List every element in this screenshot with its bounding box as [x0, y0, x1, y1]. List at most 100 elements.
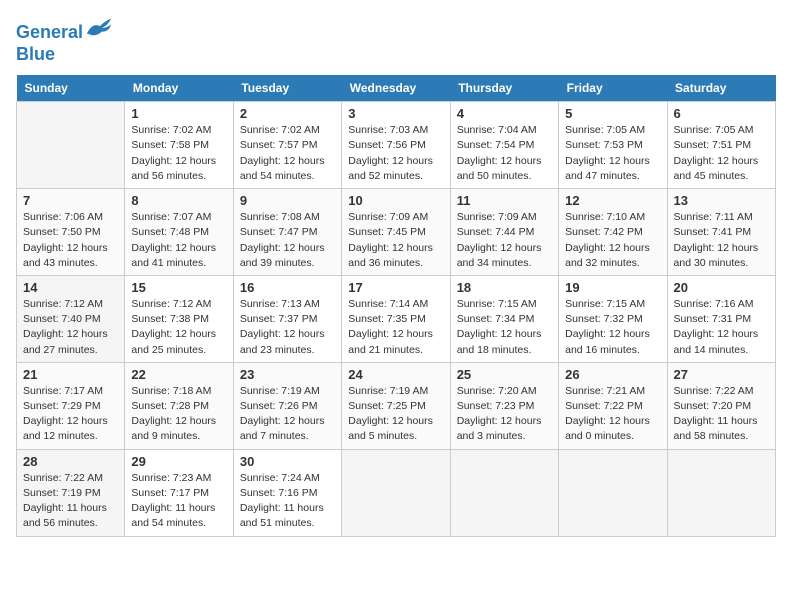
day-info: Sunrise: 7:21 AM Sunset: 7:22 PM Dayligh…: [565, 384, 660, 445]
day-info: Sunrise: 7:04 AM Sunset: 7:54 PM Dayligh…: [457, 123, 552, 184]
calendar-cell: [342, 449, 450, 536]
day-number: 24: [348, 367, 443, 382]
calendar-cell: [559, 449, 667, 536]
day-info: Sunrise: 7:16 AM Sunset: 7:31 PM Dayligh…: [674, 297, 769, 358]
day-number: 1: [131, 106, 226, 121]
calendar-cell: 9 Sunrise: 7:08 AM Sunset: 7:47 PM Daylig…: [233, 189, 341, 276]
day-number: 9: [240, 193, 335, 208]
day-number: 23: [240, 367, 335, 382]
calendar-cell: 8 Sunrise: 7:07 AM Sunset: 7:48 PM Daylig…: [125, 189, 233, 276]
calendar-cell: 23 Sunrise: 7:19 AM Sunset: 7:26 PM Dayli…: [233, 362, 341, 449]
day-number: 30: [240, 454, 335, 469]
day-number: 27: [674, 367, 769, 382]
calendar-cell: [17, 102, 125, 189]
day-number: 5: [565, 106, 660, 121]
day-info: Sunrise: 7:14 AM Sunset: 7:35 PM Dayligh…: [348, 297, 443, 358]
calendar-cell: 12 Sunrise: 7:10 AM Sunset: 7:42 PM Dayli…: [559, 189, 667, 276]
calendar-table: SundayMondayTuesdayWednesdayThursdayFrid…: [16, 75, 776, 536]
calendar-week-3: 14 Sunrise: 7:12 AM Sunset: 7:40 PM Dayli…: [17, 275, 776, 362]
calendar-cell: 11Sunrise: 7:09 AM Sunset: 7:44 PM Dayli…: [450, 189, 558, 276]
calendar-body: 1 Sunrise: 7:02 AM Sunset: 7:58 PM Daylig…: [17, 102, 776, 536]
day-info: Sunrise: 7:08 AM Sunset: 7:47 PM Dayligh…: [240, 210, 335, 271]
calendar-cell: 10 Sunrise: 7:09 AM Sunset: 7:45 PM Dayli…: [342, 189, 450, 276]
calendar-cell: 14 Sunrise: 7:12 AM Sunset: 7:40 PM Dayli…: [17, 275, 125, 362]
calendar-cell: 5Sunrise: 7:05 AM Sunset: 7:53 PM Daylig…: [559, 102, 667, 189]
day-number: 3: [348, 106, 443, 121]
logo-text: GeneralBlue: [16, 16, 113, 65]
calendar-cell: 3 Sunrise: 7:03 AM Sunset: 7:56 PM Daylig…: [342, 102, 450, 189]
day-number: 10: [348, 193, 443, 208]
day-info: Sunrise: 7:17 AM Sunset: 7:29 PM Dayligh…: [23, 384, 118, 445]
day-info: Sunrise: 7:15 AM Sunset: 7:34 PM Dayligh…: [457, 297, 552, 358]
day-info: Sunrise: 7:13 AM Sunset: 7:37 PM Dayligh…: [240, 297, 335, 358]
day-info: Sunrise: 7:06 AM Sunset: 7:50 PM Dayligh…: [23, 210, 118, 271]
day-info: Sunrise: 7:11 AM Sunset: 7:41 PM Dayligh…: [674, 210, 769, 271]
day-number: 18: [457, 280, 552, 295]
day-info: Sunrise: 7:02 AM Sunset: 7:58 PM Dayligh…: [131, 123, 226, 184]
calendar-cell: 17 Sunrise: 7:14 AM Sunset: 7:35 PM Dayli…: [342, 275, 450, 362]
day-info: Sunrise: 7:09 AM Sunset: 7:44 PM Dayligh…: [457, 210, 552, 271]
day-info: Sunrise: 7:22 AM Sunset: 7:20 PM Dayligh…: [674, 384, 769, 445]
calendar-cell: 29 Sunrise: 7:23 AM Sunset: 7:17 PM Dayli…: [125, 449, 233, 536]
day-number: 16: [240, 280, 335, 295]
calendar-cell: 28Sunrise: 7:22 AM Sunset: 7:19 PM Dayli…: [17, 449, 125, 536]
day-info: Sunrise: 7:23 AM Sunset: 7:17 PM Dayligh…: [131, 471, 226, 532]
weekday-header-tuesday: Tuesday: [233, 75, 341, 102]
calendar-cell: 25 Sunrise: 7:20 AM Sunset: 7:23 PM Dayli…: [450, 362, 558, 449]
day-number: 26: [565, 367, 660, 382]
calendar-cell: 20 Sunrise: 7:16 AM Sunset: 7:31 PM Dayli…: [667, 275, 775, 362]
calendar-cell: 1 Sunrise: 7:02 AM Sunset: 7:58 PM Daylig…: [125, 102, 233, 189]
calendar-cell: 18 Sunrise: 7:15 AM Sunset: 7:34 PM Dayli…: [450, 275, 558, 362]
day-number: 28: [23, 454, 118, 469]
day-number: 13: [674, 193, 769, 208]
calendar-cell: 24 Sunrise: 7:19 AM Sunset: 7:25 PM Dayli…: [342, 362, 450, 449]
day-number: 6: [674, 106, 769, 121]
day-info: Sunrise: 7:12 AM Sunset: 7:38 PM Dayligh…: [131, 297, 226, 358]
weekday-header-saturday: Saturday: [667, 75, 775, 102]
day-info: Sunrise: 7:07 AM Sunset: 7:48 PM Dayligh…: [131, 210, 226, 271]
weekday-header-thursday: Thursday: [450, 75, 558, 102]
day-info: Sunrise: 7:05 AM Sunset: 7:51 PM Dayligh…: [674, 123, 769, 184]
weekday-header-friday: Friday: [559, 75, 667, 102]
calendar-cell: 2Sunrise: 7:02 AM Sunset: 7:57 PM Daylig…: [233, 102, 341, 189]
logo: GeneralBlue: [16, 16, 113, 65]
day-number: 21: [23, 367, 118, 382]
day-info: Sunrise: 7:10 AM Sunset: 7:42 PM Dayligh…: [565, 210, 660, 271]
calendar-cell: 22 Sunrise: 7:18 AM Sunset: 7:28 PM Dayli…: [125, 362, 233, 449]
calendar-week-5: 28Sunrise: 7:22 AM Sunset: 7:19 PM Dayli…: [17, 449, 776, 536]
day-number: 22: [131, 367, 226, 382]
calendar-cell: 16 Sunrise: 7:13 AM Sunset: 7:37 PM Dayli…: [233, 275, 341, 362]
calendar-cell: 30 Sunrise: 7:24 AM Sunset: 7:16 PM Dayli…: [233, 449, 341, 536]
day-info: Sunrise: 7:09 AM Sunset: 7:45 PM Dayligh…: [348, 210, 443, 271]
day-number: 19: [565, 280, 660, 295]
calendar-cell: 7 Sunrise: 7:06 AM Sunset: 7:50 PM Daylig…: [17, 189, 125, 276]
day-info: Sunrise: 7:20 AM Sunset: 7:23 PM Dayligh…: [457, 384, 552, 445]
calendar-cell: 6 Sunrise: 7:05 AM Sunset: 7:51 PM Daylig…: [667, 102, 775, 189]
day-number: 29: [131, 454, 226, 469]
calendar-cell: 13 Sunrise: 7:11 AM Sunset: 7:41 PM Dayli…: [667, 189, 775, 276]
day-number: 14: [23, 280, 118, 295]
day-info: Sunrise: 7:12 AM Sunset: 7:40 PM Dayligh…: [23, 297, 118, 358]
day-number: 12: [565, 193, 660, 208]
day-info: Sunrise: 7:24 AM Sunset: 7:16 PM Dayligh…: [240, 471, 335, 532]
day-info: Sunrise: 7:18 AM Sunset: 7:28 PM Dayligh…: [131, 384, 226, 445]
calendar-week-4: 21 Sunrise: 7:17 AM Sunset: 7:29 PM Dayli…: [17, 362, 776, 449]
day-info: Sunrise: 7:02 AM Sunset: 7:57 PM Dayligh…: [240, 123, 335, 184]
day-info: Sunrise: 7:03 AM Sunset: 7:56 PM Dayligh…: [348, 123, 443, 184]
calendar-cell: 4Sunrise: 7:04 AM Sunset: 7:54 PM Daylig…: [450, 102, 558, 189]
day-number: 17: [348, 280, 443, 295]
calendar-week-1: 1 Sunrise: 7:02 AM Sunset: 7:58 PM Daylig…: [17, 102, 776, 189]
day-number: 7: [23, 193, 118, 208]
day-number: 25: [457, 367, 552, 382]
calendar-cell: 27 Sunrise: 7:22 AM Sunset: 7:20 PM Dayli…: [667, 362, 775, 449]
calendar-week-2: 7 Sunrise: 7:06 AM Sunset: 7:50 PM Daylig…: [17, 189, 776, 276]
day-info: Sunrise: 7:19 AM Sunset: 7:25 PM Dayligh…: [348, 384, 443, 445]
day-info: Sunrise: 7:15 AM Sunset: 7:32 PM Dayligh…: [565, 297, 660, 358]
day-number: 20: [674, 280, 769, 295]
logo-bird-icon: [85, 16, 113, 38]
day-number: 8: [131, 193, 226, 208]
calendar-cell: 26 Sunrise: 7:21 AM Sunset: 7:22 PM Dayli…: [559, 362, 667, 449]
calendar-cell: 21 Sunrise: 7:17 AM Sunset: 7:29 PM Dayli…: [17, 362, 125, 449]
day-number: 15: [131, 280, 226, 295]
day-info: Sunrise: 7:19 AM Sunset: 7:26 PM Dayligh…: [240, 384, 335, 445]
